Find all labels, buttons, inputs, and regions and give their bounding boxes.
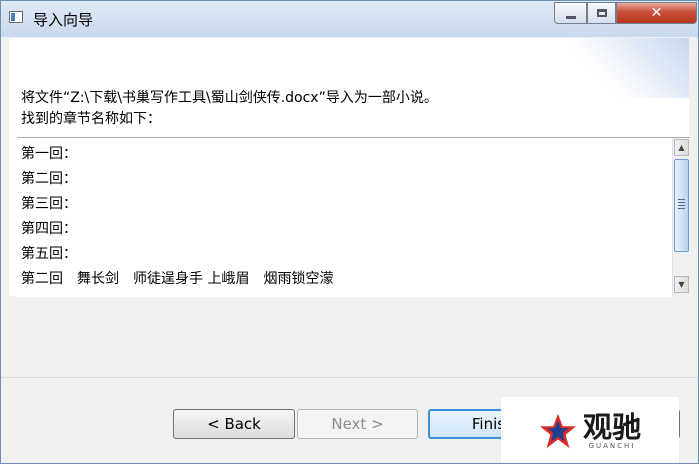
watermark-text: 观驰 [582, 410, 641, 444]
next-button[interactable]: Next > [297, 409, 418, 439]
minimize-icon [565, 15, 576, 19]
close-icon: ✕ [650, 5, 663, 21]
title-bar[interactable]: 导入向导 ✕ [1, 1, 698, 37]
chapter-list[interactable]: 第一回： 第二回： 第三回： 第四回： 第五回： 第二回 舞长剑 师徒逞身手 上… [17, 137, 690, 297]
list-item[interactable]: 第三回： [21, 193, 77, 213]
list-item[interactable]: 第二回： [21, 168, 77, 188]
minimize-button[interactable] [554, 2, 587, 24]
watermark-subtext: GUANCHI [588, 442, 636, 450]
chapters-found-label: 找到的章节名称如下： [21, 111, 161, 127]
back-button[interactable]: < Back [173, 409, 295, 439]
divider [1, 377, 698, 378]
import-wizard-window: 导入向导 ✕ 将文件“Z:\下载\书巢写作工具\蜀山剑侠传.docx”导入为一部… [0, 0, 699, 464]
list-item[interactable]: 第二回 舞长剑 师徒逞身手 上峨眉 烟雨锁空濛 [21, 268, 333, 288]
close-button[interactable]: ✕ [616, 2, 697, 24]
list-item[interactable]: 第一回： [21, 143, 77, 163]
header-decoration [569, 38, 689, 98]
maximize-icon [596, 9, 607, 17]
scroll-thumb[interactable] [674, 159, 689, 252]
list-item[interactable]: 第五回： [21, 243, 77, 263]
maximize-button[interactable] [587, 2, 616, 24]
list-item[interactable]: 第四回： [21, 218, 77, 238]
vertical-scrollbar[interactable]: ▲ ▼ [672, 138, 690, 297]
scroll-up-button[interactable]: ▲ [674, 139, 689, 156]
window-title: 导入向导 [33, 11, 94, 29]
scroll-down-button[interactable]: ▼ [674, 276, 689, 293]
import-description: 将文件“Z:\下载\书巢写作工具\蜀山剑侠传.docx”导入为一部小说。 [21, 90, 438, 106]
star-logo-icon [539, 413, 577, 449]
wizard-page: 将文件“Z:\下载\书巢写作工具\蜀山剑侠传.docx”导入为一部小说。 找到的… [9, 38, 690, 297]
grip-icon [678, 199, 685, 211]
window-icon [9, 11, 23, 23]
watermark-logo: 观驰 GUANCHI [501, 397, 679, 463]
